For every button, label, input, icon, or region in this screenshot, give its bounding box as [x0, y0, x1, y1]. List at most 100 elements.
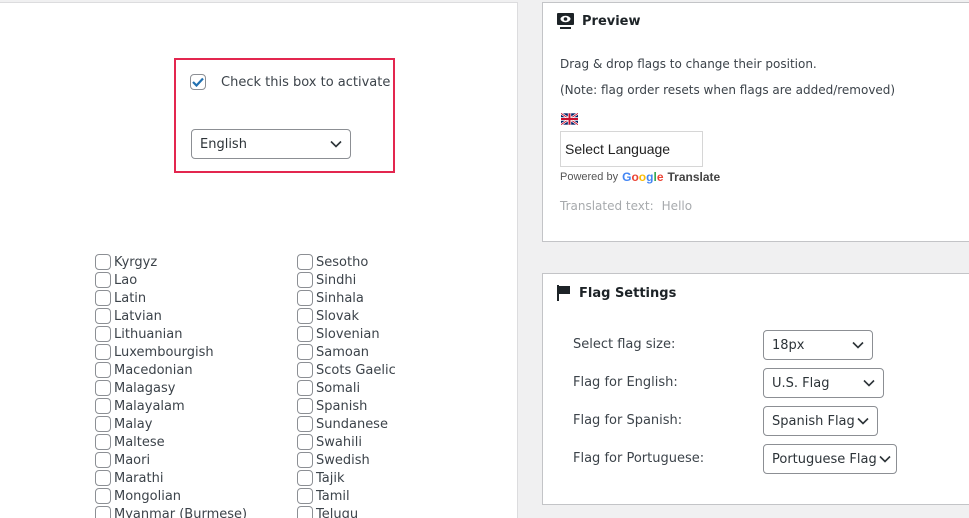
language-checkbox[interactable]: [297, 398, 313, 414]
language-option[interactable]: Marathi: [95, 469, 247, 487]
language-option[interactable]: Malayalam: [95, 397, 247, 415]
chevron-down-icon: [857, 417, 869, 425]
language-option[interactable]: Tajik: [297, 469, 396, 487]
language-option[interactable]: Somali: [297, 379, 396, 397]
flag-spanish-select[interactable]: Spanish Flag: [763, 406, 878, 436]
translate-link[interactable]: Translate: [668, 170, 721, 184]
language-option[interactable]: Scots Gaelic: [297, 361, 396, 379]
language-checkbox[interactable]: [95, 470, 111, 486]
language-checkbox[interactable]: [297, 254, 313, 270]
language-option[interactable]: Samoan: [297, 343, 396, 361]
language-checkbox[interactable]: [95, 488, 111, 504]
flag-settings-title: Flag Settings: [579, 285, 677, 301]
chevron-down-icon: [863, 379, 875, 387]
language-option[interactable]: Tamil: [297, 487, 396, 505]
language-checkbox[interactable]: [297, 344, 313, 360]
language-label: Slovenian: [316, 326, 380, 342]
language-option[interactable]: Latvian: [95, 307, 247, 325]
google-letter: o: [631, 170, 639, 184]
language-checkbox[interactable]: [297, 380, 313, 396]
language-checkbox[interactable]: [95, 380, 111, 396]
language-option[interactable]: Latin: [95, 289, 247, 307]
activation-highlight-box: Check this box to activate English: [174, 58, 395, 173]
language-option[interactable]: Mongolian: [95, 487, 247, 505]
google-letter: e: [656, 170, 664, 184]
language-option[interactable]: Spanish: [297, 397, 396, 415]
uk-flag[interactable]: [560, 110, 579, 129]
flag-size-select[interactable]: 18px: [763, 330, 873, 360]
language-checkbox[interactable]: [297, 290, 313, 306]
language-checkbox[interactable]: [95, 344, 111, 360]
language-column-1: Kyrgyz Lao Latin Latvian Lithuanian Luxembour…: [95, 253, 247, 518]
activate-row: Check this box to activate: [190, 74, 390, 90]
language-checkbox[interactable]: [95, 452, 111, 468]
language-checkbox[interactable]: [297, 362, 313, 378]
flag-english-value: U.S. Flag: [772, 375, 830, 391]
language-label: Marathi: [114, 470, 164, 486]
language-label: Luxembourgish: [114, 344, 214, 360]
language-option[interactable]: Sundanese: [297, 415, 396, 433]
powered-by-label: Powered by: [560, 171, 619, 183]
language-label: Latvian: [114, 308, 162, 324]
chevron-down-icon: [852, 341, 864, 349]
language-option[interactable]: Maori: [95, 451, 247, 469]
language-option[interactable]: Myanmar (Burmese): [95, 505, 247, 518]
language-option[interactable]: Telugu: [297, 505, 396, 518]
language-option[interactable]: Lithuanian: [95, 325, 247, 343]
language-checkbox[interactable]: [95, 398, 111, 414]
language-label: Macedonian: [114, 362, 193, 378]
language-option[interactable]: Macedonian: [95, 361, 247, 379]
language-label: Maori: [114, 452, 151, 468]
language-checkbox[interactable]: [95, 434, 111, 450]
language-option[interactable]: Swedish: [297, 451, 396, 469]
google-logo[interactable]: Google: [622, 170, 663, 184]
language-option[interactable]: Slovenian: [297, 325, 396, 343]
language-label: Sundanese: [316, 416, 388, 432]
language-checkbox[interactable]: [95, 308, 111, 324]
language-checkbox[interactable]: [95, 254, 111, 270]
language-checkbox[interactable]: [297, 416, 313, 432]
language-checkbox[interactable]: [297, 326, 313, 342]
language-checkbox[interactable]: [95, 290, 111, 306]
language-checkbox[interactable]: [297, 488, 313, 504]
language-option[interactable]: Sinhala: [297, 289, 396, 307]
chevron-down-icon: [330, 140, 342, 148]
flag-english-select[interactable]: U.S. Flag: [763, 368, 884, 398]
google-translate-select[interactable]: Select Language: [560, 131, 703, 167]
language-checkbox[interactable]: [297, 272, 313, 288]
flag-portuguese-select[interactable]: Portuguese Flag: [763, 444, 897, 474]
language-option[interactable]: Malagasy: [95, 379, 247, 397]
language-checkbox[interactable]: [95, 326, 111, 342]
language-option[interactable]: Malay: [95, 415, 247, 433]
chevron-down-icon: [879, 455, 891, 463]
flag-portuguese-value: Portuguese Flag: [772, 451, 877, 467]
flag-size-value: 18px: [772, 337, 805, 353]
language-checkbox[interactable]: [297, 506, 313, 518]
language-option[interactable]: Sindhi: [297, 271, 396, 289]
language-checkbox[interactable]: [297, 452, 313, 468]
flag-icon: [557, 285, 571, 301]
language-label: Malayalam: [114, 398, 185, 414]
language-checkbox[interactable]: [297, 470, 313, 486]
language-checkbox[interactable]: [297, 308, 313, 324]
language-checkbox[interactable]: [95, 272, 111, 288]
preview-header: Preview: [557, 13, 641, 30]
language-option[interactable]: Maltese: [95, 433, 247, 451]
language-option[interactable]: Sesotho: [297, 253, 396, 271]
language-checkbox[interactable]: [297, 434, 313, 450]
language-option[interactable]: Slovak: [297, 307, 396, 325]
preview-instructions: Drag & drop flags to change their positi…: [560, 57, 817, 71]
language-checkbox[interactable]: [95, 506, 111, 518]
language-option[interactable]: Luxembourgish: [95, 343, 247, 361]
language-option[interactable]: Kyrgyz: [95, 253, 247, 271]
select-language-text: Select Language: [565, 141, 671, 157]
language-label: Lithuanian: [114, 326, 183, 342]
default-language-select[interactable]: English: [191, 129, 351, 159]
language-checkbox[interactable]: [95, 416, 111, 432]
language-checkbox[interactable]: [95, 362, 111, 378]
checkmark-icon: [192, 77, 204, 87]
language-label: Somali: [316, 380, 361, 396]
language-option[interactable]: Swahili: [297, 433, 396, 451]
language-option[interactable]: Lao: [95, 271, 247, 289]
activate-checkbox[interactable]: [190, 74, 206, 90]
